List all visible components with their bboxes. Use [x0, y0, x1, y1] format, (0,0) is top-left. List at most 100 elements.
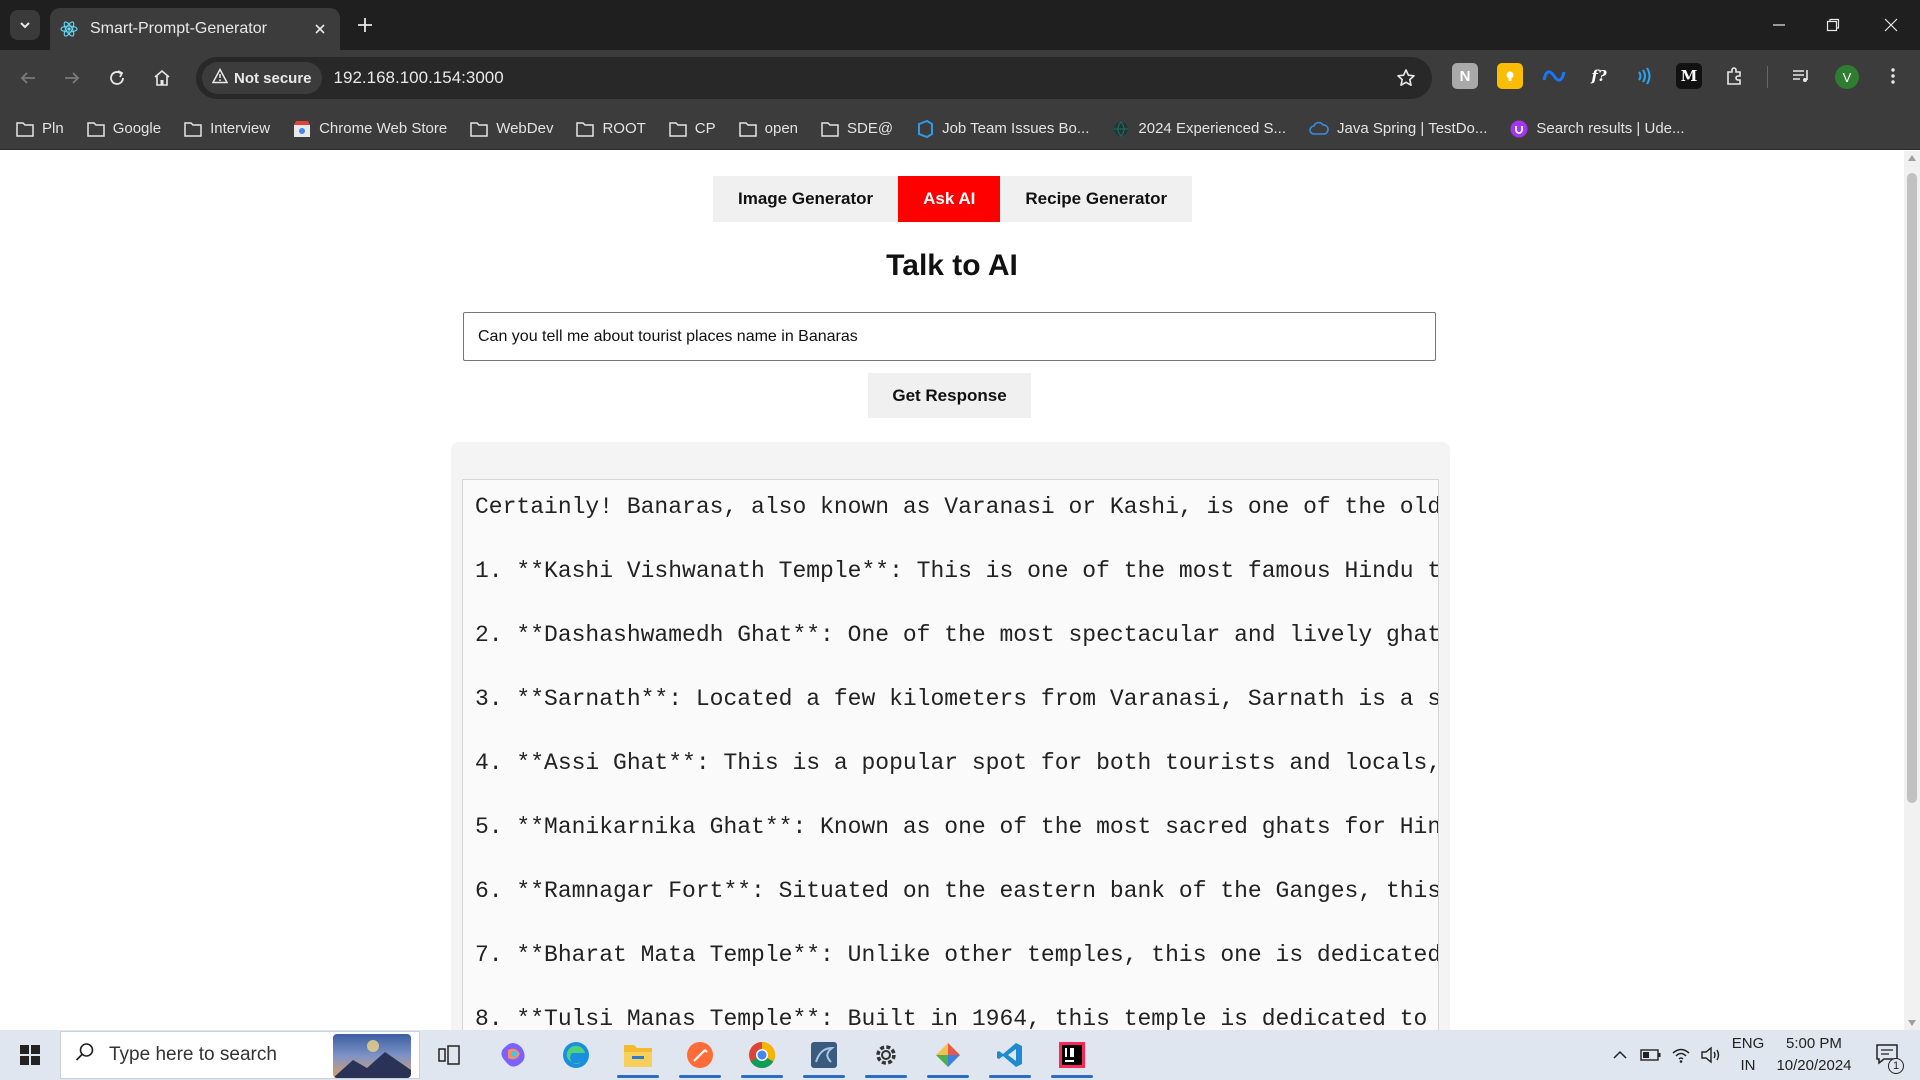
address-bar[interactable]: Not secure 192.168.100.154:3000: [196, 57, 1432, 99]
puzzle-icon[interactable]: [1721, 63, 1747, 89]
bookmark-item[interactable]: WebDev: [470, 120, 564, 137]
media-control-icon[interactable]: [1788, 63, 1814, 89]
medium-icon[interactable]: M: [1676, 63, 1702, 89]
url-text[interactable]: 192.168.100.154:3000: [334, 68, 504, 88]
wave-icon[interactable]: [1631, 63, 1657, 89]
home-icon[interactable]: [146, 62, 178, 94]
search-icon: [75, 1042, 95, 1068]
settings-gear-icon[interactable]: [857, 1032, 915, 1078]
profile-avatar[interactable]: V: [1835, 65, 1859, 89]
bookmark-item[interactable]: Pln: [16, 120, 75, 137]
bookmark-label: 2024 Experienced S...: [1138, 120, 1287, 137]
bookmark-item[interactable]: ROOT: [576, 120, 656, 137]
bookmark-item[interactable]: CP: [669, 120, 727, 137]
edge-icon[interactable]: [547, 1032, 605, 1078]
android-studio-icon[interactable]: [919, 1032, 977, 1078]
region-code: IN: [1740, 1057, 1756, 1074]
notification-count: 1: [1888, 1058, 1904, 1074]
system-clock[interactable]: 5:00 PM 10/20/2024: [1772, 1030, 1856, 1080]
notification-center-icon[interactable]: 1: [1866, 1030, 1910, 1080]
bookmark-label: WebDev: [496, 120, 554, 137]
folder-icon: [669, 121, 687, 137]
tab-image-generator[interactable]: Image Generator: [713, 176, 899, 222]
response-line: 6. **Ramnagar Fort**: Situated on the ea…: [475, 878, 1439, 904]
bookmark-label: Interview: [210, 120, 271, 137]
battery-icon[interactable]: [1636, 1030, 1666, 1080]
folder-icon: [821, 121, 839, 137]
taskbar-search-box[interactable]: Type here to search: [60, 1031, 420, 1079]
browser-tab[interactable]: Smart-Prompt-Generator: [50, 8, 340, 50]
bookmark-item[interactable]: 2024 Experienced S...: [1112, 120, 1297, 138]
folder-icon: [470, 121, 488, 137]
more-menu-icon[interactable]: [1880, 63, 1906, 89]
folder-icon: [184, 121, 202, 137]
input-language[interactable]: ENG IN: [1728, 1030, 1768, 1080]
tab-search-icon[interactable]: [10, 10, 40, 40]
response-card: Certainly! Banaras, also known as Varana…: [451, 442, 1450, 1030]
meta-icon[interactable]: [1541, 63, 1567, 89]
folder-icon: [738, 121, 757, 137]
volume-icon[interactable]: [1696, 1030, 1726, 1080]
bookmark-label: Google: [112, 120, 162, 137]
tab-ask-ai[interactable]: Ask AI: [898, 176, 1001, 222]
page-title: Talk to AI: [886, 249, 1018, 282]
vscode-icon[interactable]: [981, 1032, 1039, 1078]
formula-icon[interactable]: f?: [1586, 63, 1612, 89]
file-explorer-icon[interactable]: [609, 1032, 667, 1078]
bookmark-item[interactable]: Search results | Ude...: [1510, 120, 1695, 138]
bookmark-item[interactable]: SDE@: [821, 120, 904, 137]
tab-title: Smart-Prompt-Generator: [90, 20, 267, 37]
bookmark-item[interactable]: Chrome Web Store: [293, 120, 458, 138]
toolbar-divider: [1767, 66, 1768, 88]
show-hidden-icons-icon[interactable]: [1604, 1030, 1636, 1080]
folder-icon: [86, 121, 105, 137]
bookmark-label: CP: [694, 120, 716, 137]
search-placeholder: Type here to search: [109, 1044, 277, 1065]
new-tab-icon[interactable]: [352, 12, 378, 38]
tab-recipe-generator[interactable]: Recipe Generator: [1000, 176, 1193, 222]
security-chip[interactable]: Not secure: [202, 62, 322, 94]
scroll-up-icon[interactable]: [1908, 155, 1916, 161]
intellij-icon[interactable]: [1043, 1032, 1101, 1078]
chrome-icon[interactable]: [733, 1032, 791, 1078]
windows-taskbar: Type here to search ENG IN 5:00 PM 10/20…: [0, 1030, 1920, 1080]
back-arrow-icon[interactable]: [12, 62, 44, 94]
bookmark-item[interactable]: Job Team Issues Bo...: [916, 119, 1100, 138]
minimize-icon[interactable]: [1756, 0, 1802, 50]
azure-icon: [918, 119, 934, 138]
response-line: 3. **Sarnath**: Located a few kilometers…: [475, 686, 1439, 712]
scroll-down-icon[interactable]: [1908, 1020, 1916, 1026]
response-line: 8. **Tulsi Manas Temple**: Built in 1964…: [475, 1006, 1439, 1030]
task-view-icon[interactable]: [420, 1032, 478, 1078]
close-window-icon[interactable]: [1868, 0, 1914, 50]
postman-icon[interactable]: [671, 1032, 729, 1078]
bookmark-item[interactable]: open: [738, 120, 809, 137]
notion-icon[interactable]: N: [1452, 63, 1478, 89]
keep-icon[interactable]: [1497, 63, 1523, 89]
bookmark-item[interactable]: Java Spring | TestDo...: [1309, 120, 1498, 137]
mysql-workbench-icon[interactable]: [795, 1032, 853, 1078]
bookmark-item[interactable]: Google: [86, 120, 172, 137]
wifi-icon[interactable]: [1666, 1030, 1696, 1080]
cloud-icon: [1309, 121, 1329, 135]
bookmark-star-icon[interactable]: [1394, 66, 1418, 90]
scroll-thumb[interactable]: [1907, 173, 1917, 803]
bookmark-label: Search results | Ude...: [1536, 120, 1685, 137]
windows-start-icon[interactable]: [0, 1030, 60, 1080]
search-highlight-image: [333, 1034, 411, 1078]
page-scrollbar[interactable]: [1904, 151, 1920, 1030]
close-tab-icon[interactable]: [310, 19, 330, 39]
response-line: 7. **Bharat Mata Temple**: Unlike other …: [475, 942, 1439, 968]
copilot-icon[interactable]: [484, 1032, 542, 1078]
response-text-area[interactable]: Certainly! Banaras, also known as Varana…: [462, 479, 1439, 1030]
browser-tab-strip: Smart-Prompt-Generator: [0, 0, 1920, 50]
bookmark-item[interactable]: Interview: [184, 120, 281, 137]
restore-icon[interactable]: [1810, 0, 1856, 50]
forward-arrow-icon[interactable]: [56, 62, 88, 94]
app-nav-tabs: Image Generator Ask AI Recipe Generator: [713, 176, 1193, 222]
get-response-button[interactable]: Get Response: [868, 373, 1031, 418]
bookmark-label: SDE@: [847, 120, 894, 137]
reload-icon[interactable]: [101, 62, 133, 94]
bookmark-label: open: [764, 120, 799, 137]
prompt-input[interactable]: [463, 312, 1436, 361]
